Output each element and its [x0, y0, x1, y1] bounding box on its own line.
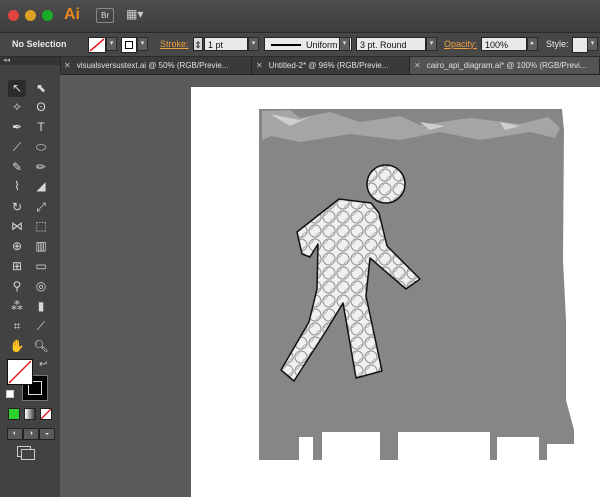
sign-bottom-notch	[547, 444, 574, 462]
sign-bottom-notch	[299, 437, 313, 462]
pedestrian-sign-artwork[interactable]	[0, 0, 600, 497]
sign-bottom-notch	[322, 432, 380, 462]
figure-head	[366, 164, 406, 204]
sign-background	[259, 109, 574, 460]
sign-bottom-notch	[398, 432, 490, 462]
sign-bottom-notch	[497, 437, 539, 462]
none-fill-icon	[8, 360, 32, 384]
fill-box[interactable]	[7, 359, 33, 385]
